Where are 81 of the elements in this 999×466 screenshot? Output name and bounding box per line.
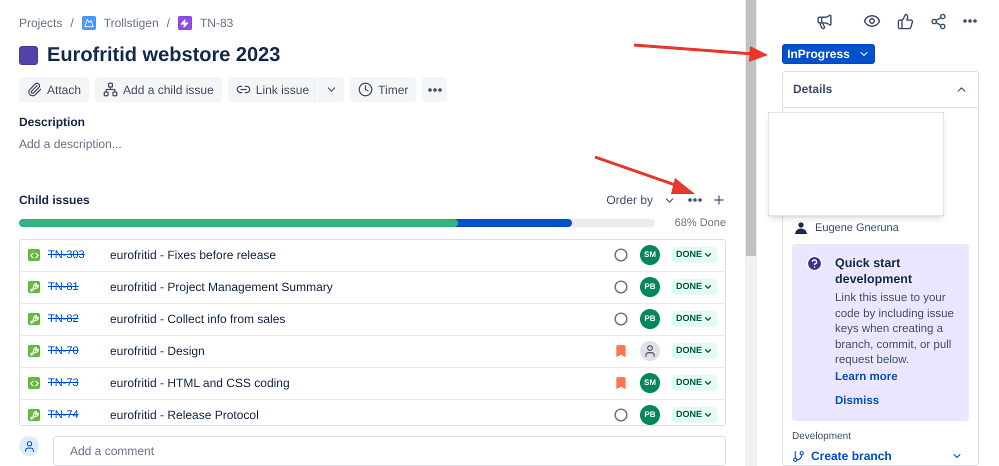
panel-title: Details: [793, 81, 834, 98]
toolbar-button[interactable]: Attach: [19, 77, 90, 102]
wrench-icon: [28, 345, 40, 357]
chevron-down-icon: [703, 250, 713, 260]
breadcrumb-link[interactable]: TN-83: [200, 14, 234, 32]
toolbar-button[interactable]: Link issue: [228, 77, 318, 102]
breadcrumb-link[interactable]: Trollstigen: [104, 14, 159, 32]
avatar: PB: [640, 277, 660, 297]
chevron-down-icon: [703, 314, 713, 324]
eye-icon[interactable]: [863, 12, 881, 30]
code-icon: [28, 249, 40, 261]
create-branch-button[interactable]: Create branch: [792, 447, 969, 465]
paperclip-icon: [27, 82, 42, 97]
wrench-icon: [28, 313, 40, 325]
issue-summary: eurofritid - Fixes before release: [110, 247, 278, 264]
avatar: PB: [640, 405, 660, 425]
clock-icon: [358, 82, 374, 97]
assignee-name: Eugene Gneruna: [815, 220, 899, 236]
wrench-icon: [28, 409, 40, 421]
add-icon[interactable]: [712, 193, 726, 207]
mountain-icon: [82, 16, 96, 30]
field-label: Development: [792, 430, 852, 444]
breadcrumb-separator: /: [70, 15, 74, 32]
lightning-icon: [178, 16, 192, 30]
section-label: Description: [19, 114, 86, 131]
card-link[interactable]: Dismiss: [835, 392, 955, 410]
issue-summary: eurofritid - Project Management Summary: [110, 279, 334, 296]
breadcrumb-separator: /: [166, 15, 170, 32]
avatar: SM: [640, 245, 660, 265]
megaphone-icon[interactable]: [816, 12, 833, 30]
status-dropdown[interactable]: DONE: [672, 311, 717, 327]
issue-summary: eurofritid - Design: [110, 343, 206, 360]
status-dropdown[interactable]: DONE: [672, 279, 717, 295]
status-button[interactable]: InProgress: [782, 44, 875, 64]
issue-key-link[interactable]: TN-73: [48, 374, 102, 392]
code-icon: [28, 377, 40, 389]
status-dropdown[interactable]: DONE: [672, 343, 717, 359]
status-dropdown[interactable]: DONE: [672, 407, 717, 423]
epic-color-icon: [19, 46, 38, 64]
issue-summary: eurofritid - Release Protocol: [110, 407, 260, 424]
hierarchy-icon: [103, 82, 118, 97]
thumbs-up-icon[interactable]: [897, 12, 914, 30]
more-icon[interactable]: [688, 198, 702, 202]
issue-key-link[interactable]: TN-70: [48, 342, 102, 360]
more-icon[interactable]: [963, 19, 977, 23]
chevron-down-icon: [703, 346, 713, 356]
description-field[interactable]: Add a description...: [19, 135, 726, 153]
status-dropdown[interactable]: DONE: [672, 247, 717, 263]
chevron-down-icon: [703, 410, 713, 420]
avatar: SM: [640, 373, 660, 393]
user-avatar-icon: [19, 436, 39, 456]
branch-icon: [792, 450, 805, 462]
chevron-down-icon: [703, 282, 713, 292]
issue-key-link[interactable]: TN-81: [48, 278, 102, 296]
progress-label: 68% Done: [674, 216, 726, 231]
status-dropdown[interactable]: DONE: [672, 375, 717, 391]
person-icon: [795, 222, 807, 234]
issue-key-link[interactable]: TN-74: [48, 406, 102, 424]
toolbar-button[interactable]: Timer: [350, 77, 416, 102]
breadcrumb-link[interactable]: Projects: [19, 14, 62, 32]
order-by-dropdown[interactable]: Order by: [606, 191, 676, 209]
share-icon[interactable]: [930, 12, 947, 30]
avatar: [640, 341, 660, 361]
issue-key-link[interactable]: TN-82: [48, 310, 102, 328]
comment-field[interactable]: Add a comment: [53, 436, 726, 466]
avatar: PB: [640, 309, 660, 329]
issue-key-link[interactable]: TN-303: [48, 246, 102, 264]
card-title: Quick start development: [835, 255, 914, 287]
more-icon: [428, 88, 442, 92]
chevron-down-icon: [703, 378, 713, 388]
card-text: Link this issue to your code by including issue keys when creating a branch, commit, or pull request below.: [835, 291, 955, 368]
scrollbar[interactable]: [745, 0, 757, 466]
more-button[interactable]: [422, 77, 448, 102]
issue-summary: eurofritid - Collect info from sales: [110, 311, 286, 328]
wrench-icon: [28, 281, 40, 293]
card-link[interactable]: Learn more: [835, 368, 955, 386]
issue-title: Eurofritid webstore 2023: [47, 43, 280, 68]
section-label: Child issues: [19, 192, 91, 209]
issue-summary: eurofritid - HTML and CSS coding: [110, 375, 291, 392]
help-icon: [806, 255, 823, 272]
toolbar-button[interactable]: Add a child issue: [95, 77, 222, 102]
